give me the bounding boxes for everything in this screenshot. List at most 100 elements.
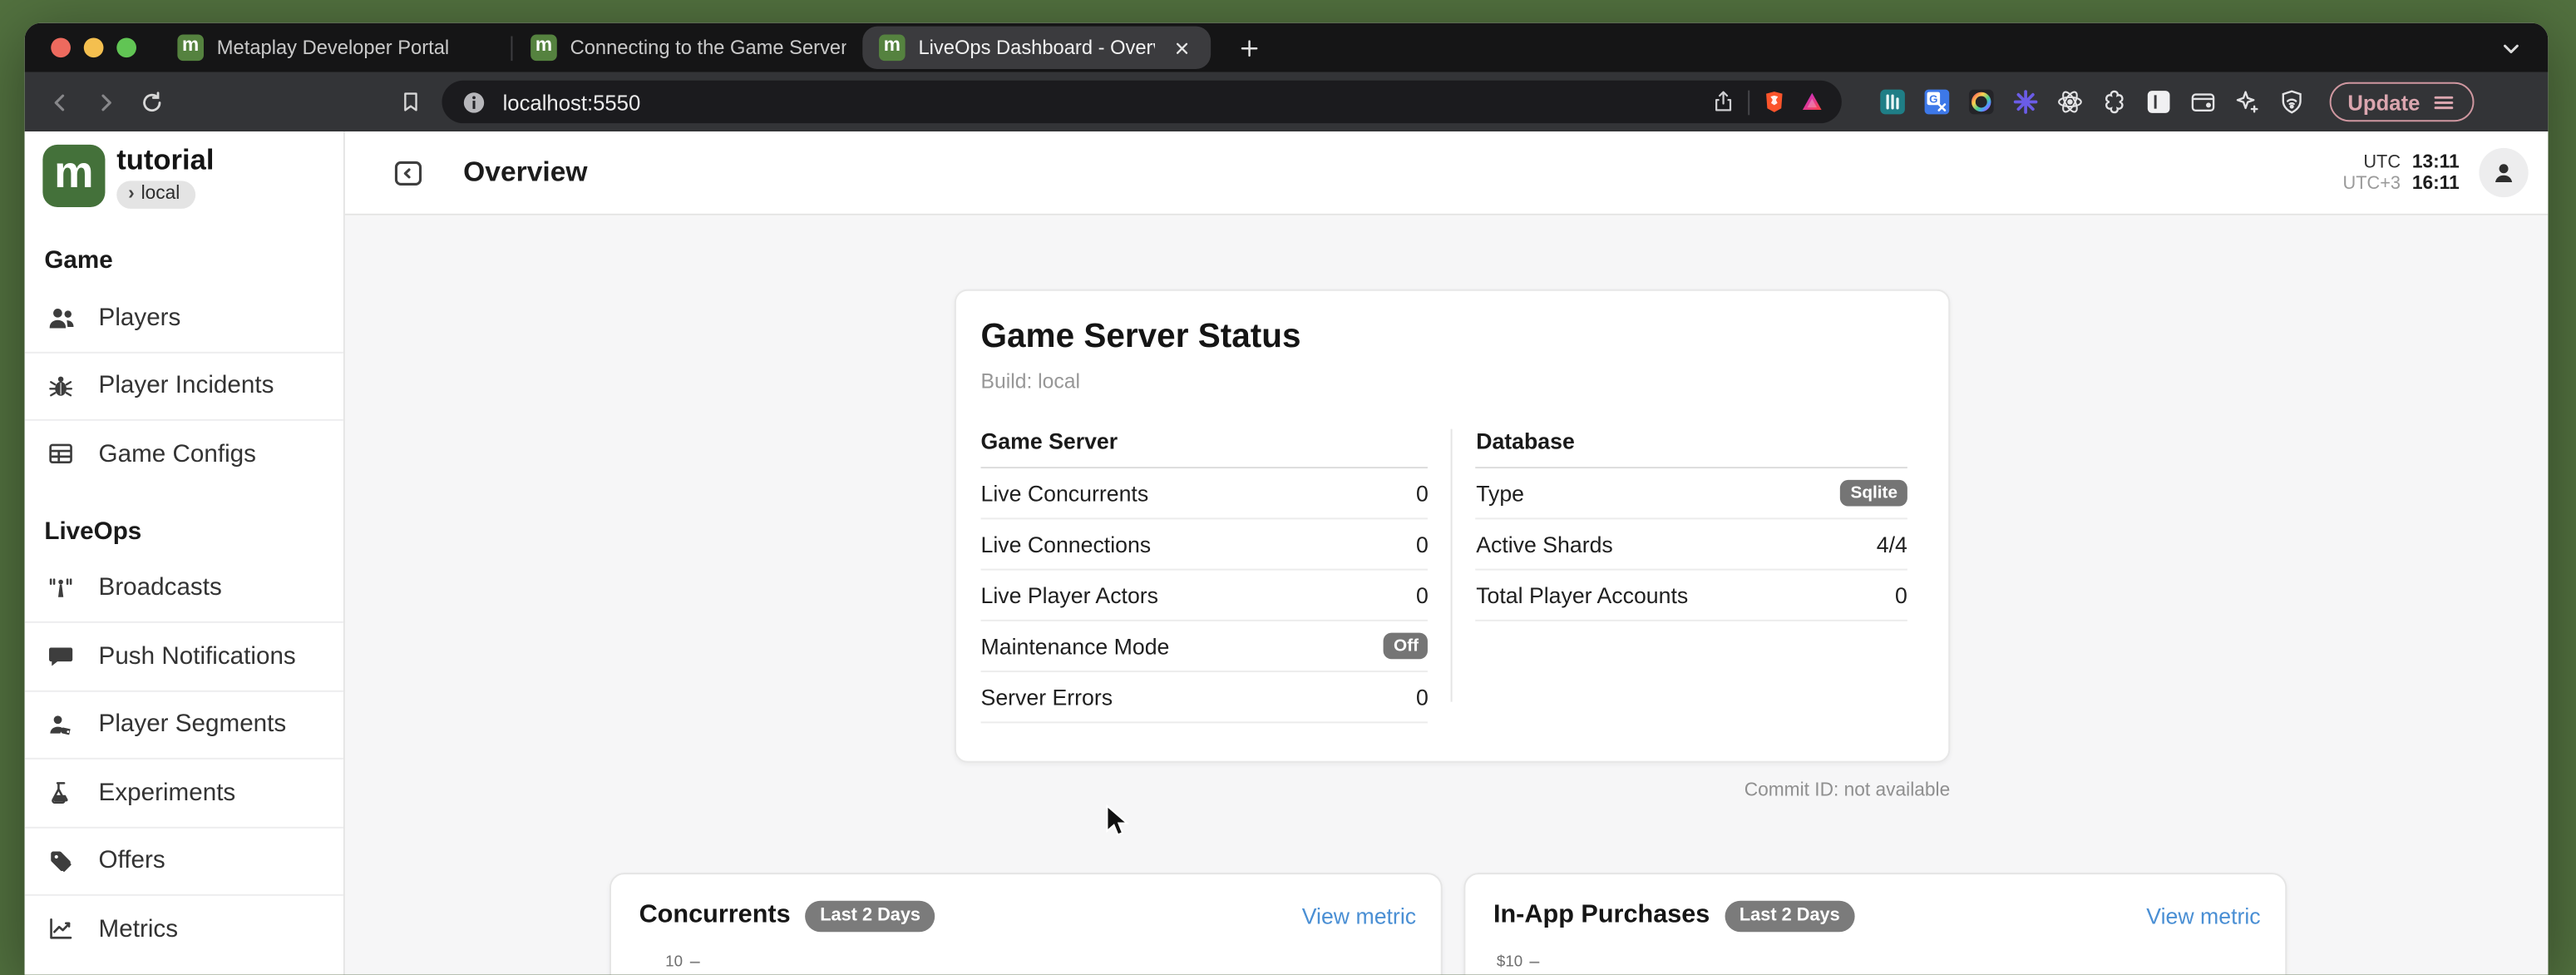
plus-icon [1236,35,1261,60]
chevron-down-icon [2499,35,2524,60]
view-metric-link[interactable]: View metric [1302,903,1416,928]
build-label: Build: local [981,370,1080,393]
new-tab-button[interactable] [1231,30,1266,66]
sidebar-item-players[interactable]: Players [25,285,343,353]
leo-ai-sparkle-icon[interactable] [2233,87,2263,117]
desktop: m Metaplay Developer Portal mConnecting to… [0,0,2576,975]
sidebar: m tutorial › local GamePlayersPlayer Inc… [25,131,345,975]
tick-mark [689,961,699,963]
page-content: Game Server Status Build: local Game Ser… [345,215,2548,975]
browser-toolbar: localhost:5550 G Update [25,72,2549,131]
status-column-database: DatabaseTypeSqliteActive Shards4/4Total … [1476,429,1907,724]
status-row-label: Live Concurrents [981,481,1149,506]
share-icon[interactable] [1710,89,1737,116]
address-bar[interactable]: localhost:5550 [442,81,1841,123]
y-axis-tick: $10 [1497,953,1539,972]
clock: UTC 13:11 UTC+3 16:11 [2343,152,2460,193]
wallet-extension-icon[interactable] [2189,87,2218,117]
site-info-icon[interactable] [460,88,488,116]
status-row-value: 0 [1895,582,1907,607]
tab-search-button[interactable] [2499,35,2548,60]
status-row-label: Total Player Accounts [1476,582,1688,607]
sidebar-section-game: PlayersPlayer IncidentsGame Configs [25,285,343,488]
concurrents-card: ConcurrentsLast 2 DaysView metric10 [609,873,1443,975]
reload-button[interactable] [130,81,172,123]
tab-separator [511,35,512,60]
tab-close-button[interactable] [1168,34,1195,61]
sidebar-item-label: Experiments [99,779,236,807]
sidebar-item-player-incidents[interactable]: Player Incidents [25,353,343,421]
browser-tab-metaplay-developer-portal[interactable]: m Metaplay Developer Portal [161,27,510,69]
atom-extension-icon[interactable] [2055,87,2085,117]
status-row-live-connections: Live Connections0 [981,519,1429,570]
status-row-value: 0 [1416,685,1429,710]
environment-name: local [141,185,180,205]
vpn-shield-icon[interactable] [2277,87,2307,117]
teal-bars-extension-icon[interactable] [1878,87,1907,117]
bookmark-button[interactable] [389,81,432,123]
panel-collapse-icon [390,156,424,190]
chat-bubble-icon [44,640,77,673]
project-name: tutorial [116,145,214,176]
status-row-value: 4/4 [1877,532,1907,557]
update-label: Update [2347,90,2420,115]
flower-extension-icon[interactable] [2100,87,2129,117]
status-card-title: Game Server Status [981,317,1301,356]
view-metric-link[interactable]: View metric [2146,903,2260,928]
sidebar-item-push-notifications[interactable]: Push Notifications [25,623,343,691]
sidebar-item-metrics[interactable]: Metrics [25,896,343,963]
sidebar-section-title-technical: Technical [25,963,343,975]
page-title: Overview [463,156,587,190]
sidebar-item-broadcasts[interactable]: Broadcasts [25,555,343,623]
sidebar-item-player-segments[interactable]: Player Segments [25,691,343,760]
back-arrow-icon [45,88,73,116]
environment-badge[interactable]: › local [116,181,195,209]
brave-shield-icon[interactable] [1761,89,1788,116]
update-button[interactable]: Update [2330,82,2475,121]
divider [1748,90,1749,115]
minimize-window-button[interactable] [84,37,104,57]
browser-tab-liveops-dashboard-overvie[interactable]: mLiveOps Dashboard - Overvie [862,27,1211,69]
chevron-right-icon: › [128,185,135,205]
forward-button[interactable] [84,81,126,123]
sidebar-item-experiments[interactable]: Experiments [25,760,343,828]
status-row-value: 0 [1416,481,1429,506]
sidebar-item-label: Broadcasts [99,574,222,602]
bookmark-icon [397,89,424,116]
status-row-live-concurrents: Live Concurrents 0 [981,468,1429,519]
mouse-cursor [1104,804,1131,839]
white-panel-extension-icon[interactable] [2144,87,2174,117]
timeframe-badge: Last 2 Days [805,901,935,932]
sidebar-item-label: Offers [99,847,165,875]
status-row-label: Maintenance Mode [981,634,1170,659]
sidebar-section-liveops: Broadcasts Push Notifications Player Segme… [25,555,343,963]
user-avatar[interactable] [2479,148,2528,197]
close-window-button[interactable] [51,37,71,57]
back-button[interactable] [37,81,80,123]
collapse-sidebar-button[interactable] [389,155,425,191]
status-row-label: Type [1476,481,1524,506]
google-translate-extension-icon[interactable]: G [1922,87,1952,117]
sidebar-item-offers[interactable]: Offers [25,828,343,896]
browser-tab-connecting-to-the-game-server[interactable]: mConnecting to the Game Server | [514,27,862,69]
zoom-window-button[interactable] [116,37,136,57]
status-row-label: Active Shards [1476,532,1613,557]
game-server-status-card: Game Server Status Build: local Game Ser… [955,290,1950,763]
table-grid-icon [44,438,77,471]
sidebar-item-label: Player Segments [99,710,287,739]
status-column-title: Database [1476,429,1907,468]
metric-card-title: In-App Purchases [1493,901,1710,931]
purple-burst-extension-icon[interactable] [2011,87,2041,117]
brave-rewards-icon[interactable] [1799,89,1825,116]
person-tag-icon [44,708,77,741]
url-text: localhost:5550 [503,90,641,115]
metaplay-favicon: m [177,34,204,61]
tab-title: Metaplay Developer Portal [217,36,493,59]
status-row-label: Server Errors [981,685,1113,710]
main-panel: Overview UTC 13:11 UTC+3 16:11 [345,131,2548,975]
status-row-total-player-accounts: Total Player Accounts 0 [1476,571,1907,621]
color-wheel-extension-icon[interactable] [1967,87,1996,117]
app-root: m tutorial › local GamePlayersPlayer Inc… [25,131,2549,975]
sidebar-item-game-configs[interactable]: Game Configs [25,421,343,488]
tick-mark [1529,961,1539,963]
